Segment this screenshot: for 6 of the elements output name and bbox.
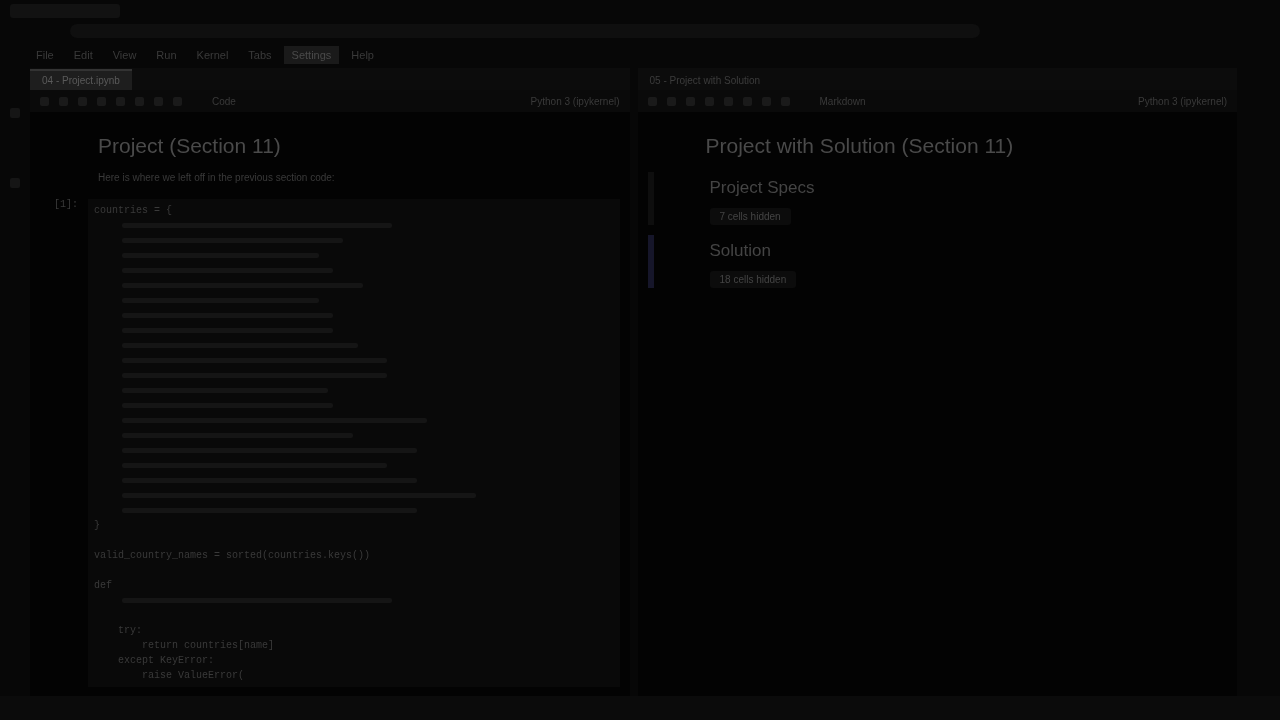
- section-heading: Project Specs: [709, 178, 815, 198]
- code-line: }: [94, 519, 101, 533]
- notebook-title: Project (Section 11): [98, 134, 282, 158]
- section-heading: Solution: [709, 241, 771, 261]
- notebook-title: Project with Solution (Section 11): [705, 134, 1015, 158]
- notebook-tab[interactable]: 04 - Project.ipynb: [30, 69, 132, 90]
